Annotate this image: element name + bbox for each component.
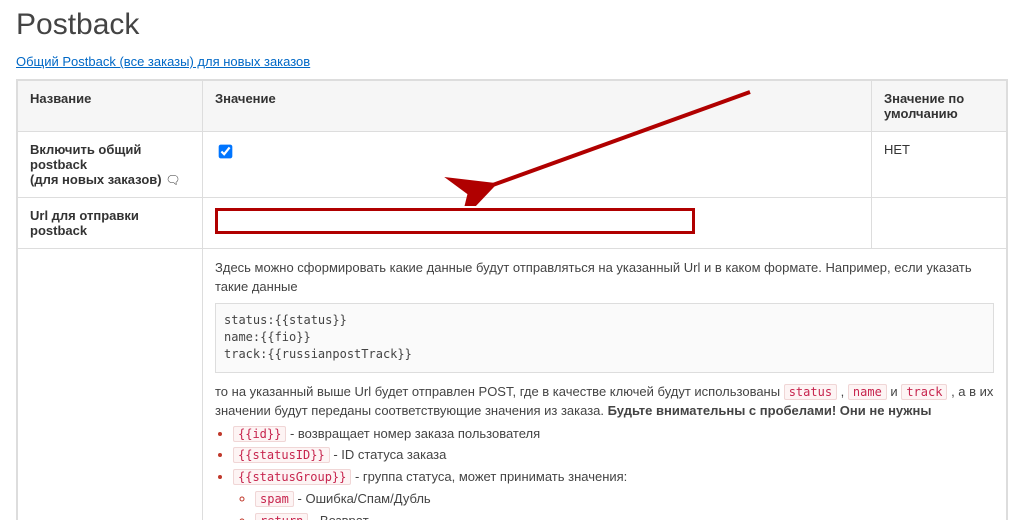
row-enable-value bbox=[203, 132, 872, 198]
row-enable-label: Включить общий postback (для новых заказ… bbox=[18, 132, 203, 198]
help-intro: Здесь можно сформировать какие данные бу… bbox=[215, 259, 994, 297]
tokens-list: {{id}} - возвращает номер заказа пользов… bbox=[233, 425, 994, 520]
token-track: track bbox=[901, 384, 947, 400]
enable-postback-checkbox[interactable] bbox=[219, 145, 233, 159]
row-help-label bbox=[18, 249, 203, 520]
status-group-sublist: spam - Ошибка/Спам/Дубль return - Возвра… bbox=[255, 490, 994, 520]
col-header-value: Значение bbox=[203, 81, 872, 132]
settings-table: Название Значение Значение по умолчанию … bbox=[17, 80, 1007, 520]
list-item: return - Возврат bbox=[255, 512, 994, 520]
row-url-value-cell bbox=[203, 198, 872, 249]
table-row: Здесь можно сформировать какие данные бу… bbox=[18, 249, 1007, 520]
settings-panel: Название Значение Значение по умолчанию … bbox=[16, 79, 1008, 520]
help-cell: Здесь можно сформировать какие данные бу… bbox=[203, 249, 1007, 520]
col-header-default: Значение по умолчанию bbox=[872, 81, 1007, 132]
list-item: {{statusGroup}} - группа статуса, может … bbox=[233, 468, 994, 520]
comment-icon: 🗨 bbox=[165, 173, 180, 187]
row-enable-default: НЕТ bbox=[872, 132, 1007, 198]
row-enable-label-l2: (для новых заказов) bbox=[30, 172, 162, 187]
token-status: status bbox=[784, 384, 837, 400]
list-item: spam - Ошибка/Спам/Дубль bbox=[255, 490, 994, 509]
help-post-sentence: то на указанный выше Url будет отправлен… bbox=[215, 383, 994, 421]
postback-url-input[interactable] bbox=[215, 208, 695, 234]
example-code-block: status:{{status}} name:{{fio}} track:{{r… bbox=[215, 303, 994, 373]
list-item: {{id}} - возвращает номер заказа пользов… bbox=[233, 425, 994, 444]
list-item: {{statusID}} - ID статуса заказа bbox=[233, 446, 994, 465]
global-postback-link[interactable]: Общий Postback (все заказы) для новых за… bbox=[16, 54, 310, 69]
row-url-default bbox=[872, 198, 1007, 249]
col-header-name: Название bbox=[18, 81, 203, 132]
token-name: name bbox=[848, 384, 887, 400]
row-url-label: Url для отправки postback bbox=[18, 198, 203, 249]
table-row: Url для отправки postback bbox=[18, 198, 1007, 249]
page-title: Postback bbox=[16, 8, 1008, 42]
table-row: Включить общий postback (для новых заказ… bbox=[18, 132, 1007, 198]
row-enable-label-l1: Включить общий postback bbox=[30, 142, 141, 172]
